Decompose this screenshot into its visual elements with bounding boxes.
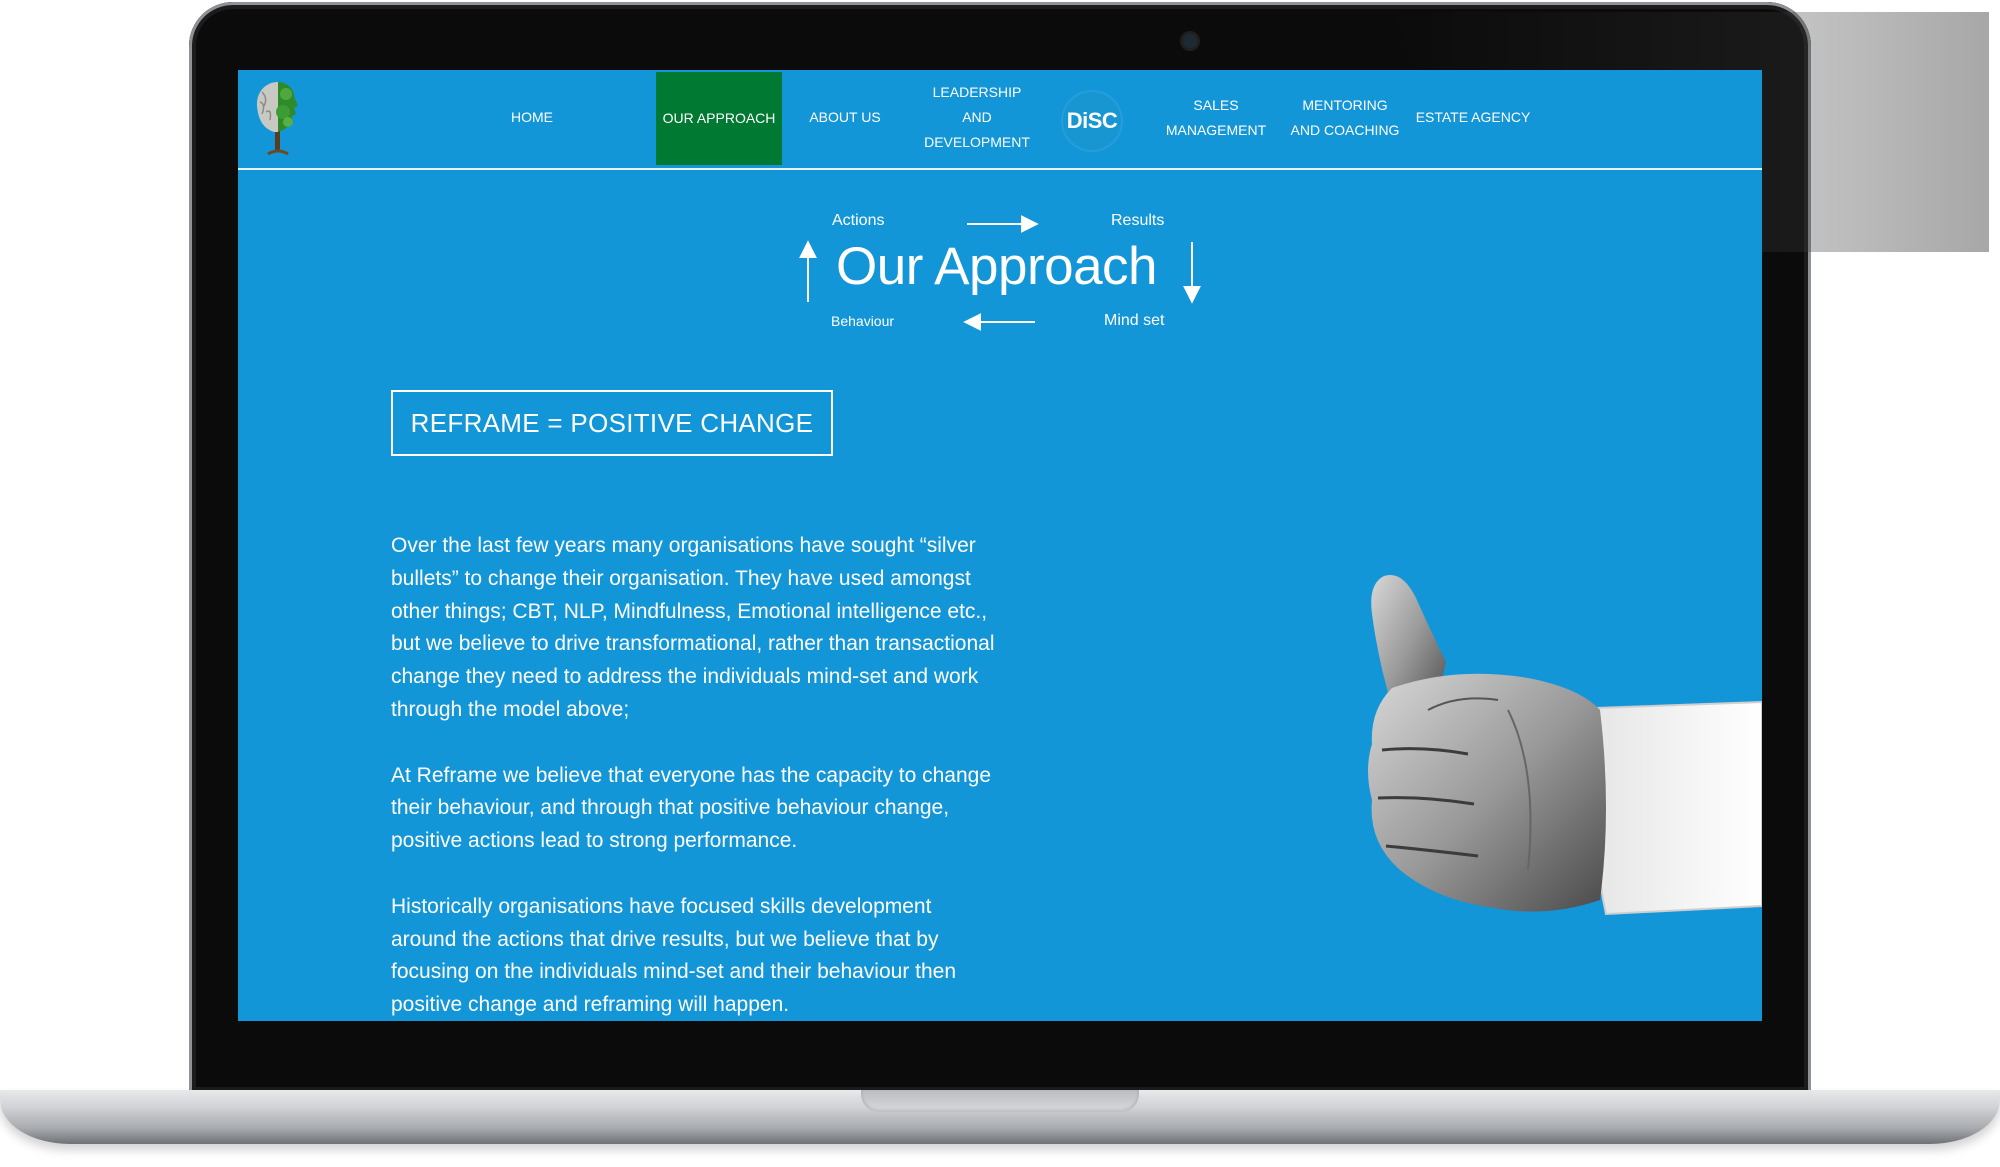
laptop-lid-notch <box>861 1090 1139 1112</box>
diagram-label-results: Results <box>1111 212 1165 229</box>
nav-disc-logo[interactable]: DiSC <box>1063 92 1121 150</box>
nav-sales-management[interactable]: SALES MANAGEMENT <box>1154 70 1278 165</box>
body-copy: Over the last few years many organisatio… <box>391 530 1001 1021</box>
webcam-icon <box>1183 34 1197 48</box>
tagline-box: REFRAME = POSITIVE CHANGE <box>391 390 833 456</box>
nav-estate-agency[interactable]: ESTATE AGENCY <box>1408 70 1538 165</box>
paragraph: Over the last few years many organisatio… <box>391 534 995 721</box>
diagram-label-mind-set: Mind set <box>1104 312 1165 329</box>
nav-leadership-development[interactable]: LEADERSHIP AND DEVELOPMENT <box>906 70 1048 165</box>
nav-home[interactable]: HOME <box>486 70 578 165</box>
tree-head-logo[interactable] <box>250 78 306 160</box>
nav-about-us[interactable]: ABOUT US <box>786 70 904 165</box>
nav-mentoring-coaching[interactable]: MENTORING AND COACHING <box>1280 70 1410 165</box>
thumbs-up-hand-image <box>1368 574 1762 916</box>
diagram-label-actions: Actions <box>832 212 885 229</box>
page-title: Our Approach <box>836 237 1158 296</box>
paragraph: Historically organisations have focused … <box>391 894 957 1017</box>
browser-viewport: HOME OUR APPROACH ABOUT US LEADERSHIP AN… <box>238 70 1762 1021</box>
top-navigation: HOME OUR APPROACH ABOUT US LEADERSHIP AN… <box>238 70 1762 170</box>
paragraph: At Reframe we believe that everyone has … <box>391 763 992 853</box>
diagram-label-behaviour: Behaviour <box>831 313 895 329</box>
nav-our-approach[interactable]: OUR APPROACH <box>656 72 782 165</box>
